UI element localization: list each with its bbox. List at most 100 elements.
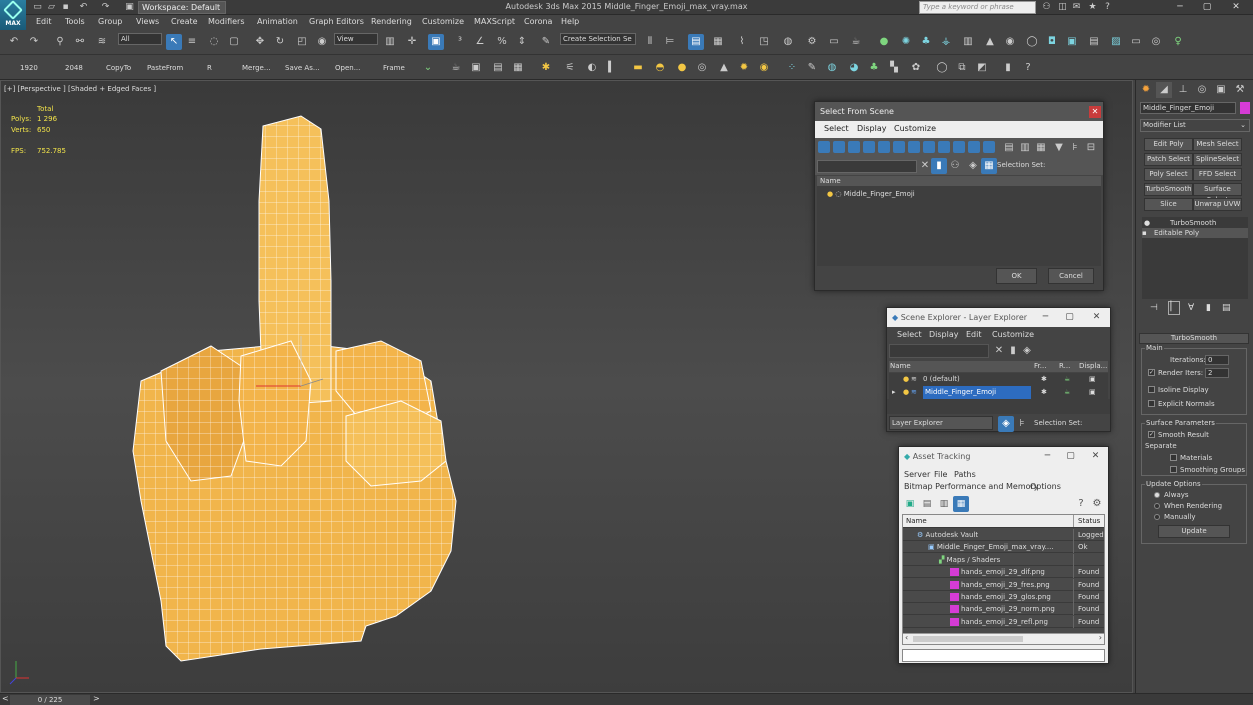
layers-icon[interactable]: ◈ <box>1019 343 1035 359</box>
menu-rendering[interactable]: Rendering <box>371 17 412 26</box>
menu-create[interactable]: Create <box>171 17 198 26</box>
merge-button[interactable]: Merge... <box>242 64 271 72</box>
layers-icon[interactable]: ◈ <box>965 158 981 174</box>
workspace-dropdown[interactable]: Workspace: Default <box>138 1 226 14</box>
rotate-icon[interactable]: ↻ <box>272 34 288 50</box>
vray-sun-icon[interactable]: ✺ <box>898 34 914 50</box>
teapot-icon[interactable]: ☕ <box>1064 373 1070 386</box>
table-row[interactable]: ▞ Maps / Shaders <box>903 553 1104 566</box>
light-bulb-icon[interactable]: ● <box>1144 219 1150 227</box>
chevron-down-icon[interactable]: ⌄ <box>420 60 436 76</box>
paste-material-icon[interactable]: ◩ <box>974 60 990 76</box>
selection-region-icon[interactable]: ◌ <box>206 34 222 50</box>
close-icon[interactable]: ✕ <box>1089 106 1101 118</box>
redo-icon[interactable]: ↷ <box>26 34 42 50</box>
particles-icon[interactable]: ⁘ <box>784 60 800 76</box>
turbosmooth-rollout-header[interactable]: TurboSmooth <box>1139 333 1249 344</box>
modifier-list-dropdown[interactable]: Modifier List ⌄ <box>1140 119 1250 132</box>
vray-light-icon[interactable]: ● <box>876 34 892 50</box>
display-lights-icon[interactable] <box>848 141 860 153</box>
tree-view-icon[interactable]: ▥ <box>936 496 952 512</box>
vray-mesh-export-icon[interactable]: ▨ <box>1108 34 1124 50</box>
table-row[interactable]: ▣ Middle_Finger_Emoji_max_vray.... Ok <box>903 541 1104 554</box>
dialog-title[interactable]: Select From Scene <box>815 102 1103 121</box>
display-none-icon[interactable]: ▥ <box>1017 140 1033 156</box>
time-slider-prev-icon[interactable]: < <box>2 694 9 703</box>
viewport-label[interactable]: [+] [Perspective ] [Shaded + Edged Faces… <box>4 85 156 93</box>
globe-icon[interactable]: ◍ <box>824 60 840 76</box>
render-frame-icon[interactable]: ▣ <box>468 60 484 76</box>
iterations-spinner[interactable]: 0 <box>1205 355 1229 365</box>
place-icon[interactable]: ◉ <box>314 34 330 50</box>
maximize-button[interactable]: ▢ <box>1057 308 1082 327</box>
display-hidden-icon[interactable] <box>983 141 995 153</box>
subscription-icon[interactable]: ◫ <box>1057 2 1068 12</box>
percent-snap-icon[interactable]: % <box>494 34 510 50</box>
make-unique-icon[interactable]: ∀ <box>1188 303 1194 313</box>
scale-icon[interactable]: ◰ <box>294 34 310 50</box>
edit-poly-button[interactable]: Edit Poly <box>1144 138 1193 151</box>
dome-primitive-icon[interactable]: ◓ <box>652 60 668 76</box>
display-box-icon[interactable]: ▣ <box>1089 386 1096 399</box>
stack-item-editable-poly[interactable]: ▪ Editable Poly <box>1142 228 1248 238</box>
schematic-view-icon[interactable]: ◳ <box>756 34 772 50</box>
menu-file[interactable]: File <box>934 470 947 479</box>
menu-tools[interactable]: Tools <box>65 17 85 26</box>
remove-modifier-icon[interactable]: ▮ <box>1206 303 1211 313</box>
mirror-icon[interactable]: ⫴ <box>642 34 658 50</box>
select-by-name-icon[interactable]: ≡ <box>184 34 200 50</box>
menu-options[interactable]: Options <box>1030 482 1061 491</box>
materials-checkbox[interactable] <box>1170 454 1177 461</box>
align-icon[interactable]: ⊨ <box>662 34 678 50</box>
new-file-icon[interactable]: ▭ <box>32 2 43 12</box>
path-field[interactable] <box>902 649 1105 662</box>
move-icon[interactable]: ✥ <box>252 34 268 50</box>
select-dependents-icon[interactable]: ⚇ <box>947 158 963 174</box>
refresh-icon[interactable]: ▣ <box>902 496 918 512</box>
display-spacewarps-icon[interactable] <box>893 141 905 153</box>
script-icon[interactable]: ▮ <box>1000 60 1016 76</box>
menu-display[interactable]: Display <box>857 124 887 133</box>
menu-corona[interactable]: Corona <box>524 17 552 26</box>
close-button[interactable]: ✕ <box>1084 308 1109 327</box>
select-object-icon[interactable]: ↖ <box>166 34 182 50</box>
selection-set-icon[interactable]: ▦ <box>981 158 997 174</box>
turbosmooth-button[interactable]: TurboSmooth <box>1144 183 1193 196</box>
open-file-icon[interactable]: ▱ <box>46 2 57 12</box>
minimize-button[interactable]: ─ <box>1035 447 1060 466</box>
snowflake-icon[interactable]: ✱ <box>1041 373 1047 386</box>
scroll-thumb[interactable] <box>913 636 1023 642</box>
display-tab-icon[interactable]: ▣ <box>1213 82 1229 98</box>
filter-icon[interactable]: ▼ <box>1051 140 1067 156</box>
omni-light-icon[interactable]: ◉ <box>756 60 772 76</box>
column-display[interactable]: Displa... <box>1079 361 1107 372</box>
hierarchy-tab-icon[interactable]: ⊥ <box>1175 82 1191 98</box>
explorer-type-dropdown[interactable]: Layer Explorer <box>889 416 993 430</box>
vray-fur-icon[interactable]: ▲ <box>982 34 998 50</box>
r-button[interactable]: R <box>207 64 212 72</box>
maximize-button[interactable]: ▢ <box>1197 1 1217 14</box>
plant-icon[interactable]: ♣ <box>866 60 882 76</box>
app-logo[interactable]: MAX <box>0 0 26 30</box>
unlink-icon[interactable]: ⚯ <box>72 34 88 50</box>
keyword-search-input[interactable]: Type a keyword or phrase <box>919 1 1036 14</box>
poly-select-button[interactable]: Poly Select <box>1144 168 1193 181</box>
table-row[interactable]: hands_emoji_29_glos.png Found <box>903 591 1104 603</box>
display-box-icon[interactable]: ▣ <box>1089 373 1096 386</box>
update-button[interactable]: Update <box>1158 525 1230 538</box>
save-file-icon[interactable]: ▪ <box>60 2 71 12</box>
time-slider[interactable]: 0 / 225 <box>10 695 90 705</box>
menu-edit[interactable]: Edit <box>966 330 982 339</box>
display-helpers-icon[interactable] <box>878 141 890 153</box>
close-button[interactable]: ✕ <box>1083 447 1108 466</box>
toolbar-preset-2048[interactable]: 2048 <box>65 64 83 72</box>
info-help-icon[interactable]: ? <box>1020 60 1036 76</box>
vray-proxy-icon[interactable]: ◉ <box>1002 34 1018 50</box>
project-folder-icon[interactable]: ▣ <box>124 2 135 12</box>
column-name[interactable]: Name <box>890 361 911 372</box>
table-row[interactable]: hands_emoji_29_fres.png Found <box>903 578 1104 591</box>
table-row[interactable]: ⚙ Autodesk Vault Logged <box>903 529 1104 541</box>
layer-explorer-icon[interactable]: ▤ <box>688 34 704 50</box>
table-row[interactable]: hands_emoji_29_dif.png Found <box>903 566 1104 579</box>
modify-tab-icon[interactable]: ◢ <box>1156 82 1172 98</box>
